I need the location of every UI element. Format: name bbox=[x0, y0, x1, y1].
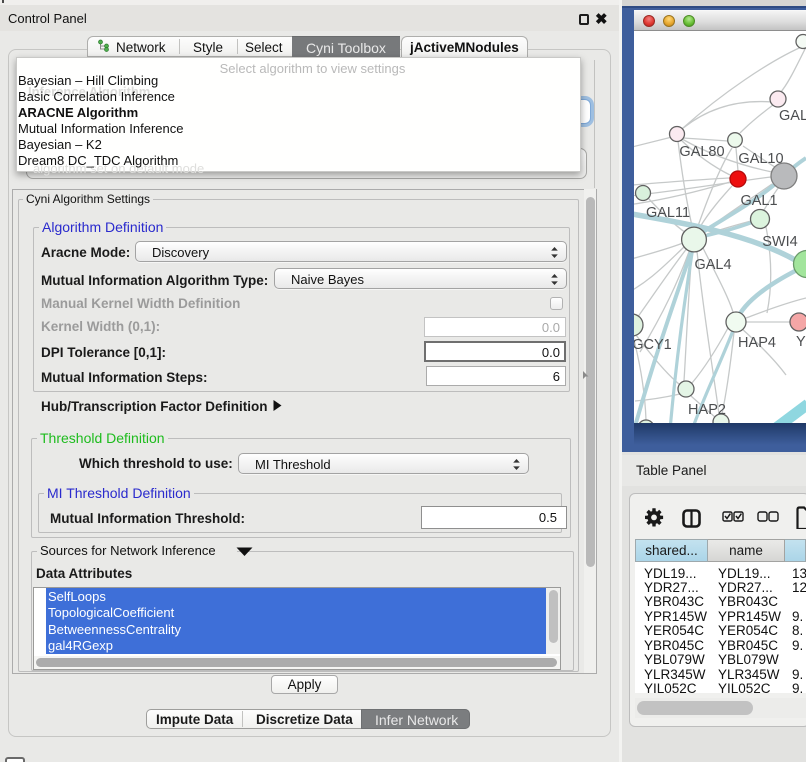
svg-text:GAL10: GAL10 bbox=[738, 151, 783, 167]
svg-text:SWI4: SWI4 bbox=[762, 234, 797, 250]
svg-text:GCY1: GCY1 bbox=[634, 337, 672, 353]
svg-text:HAP4: HAP4 bbox=[738, 335, 776, 351]
svg-text:HAP2: HAP2 bbox=[688, 402, 726, 418]
svg-text:GAL1: GAL1 bbox=[740, 193, 777, 209]
svg-text:GAL80: GAL80 bbox=[679, 144, 724, 160]
svg-text:YJ: YJ bbox=[796, 334, 806, 350]
svg-text:GAL4: GAL4 bbox=[694, 257, 731, 273]
svg-text:GAL11: GAL11 bbox=[646, 205, 690, 221]
svg-text:GAL7: GAL7 bbox=[779, 108, 806, 124]
